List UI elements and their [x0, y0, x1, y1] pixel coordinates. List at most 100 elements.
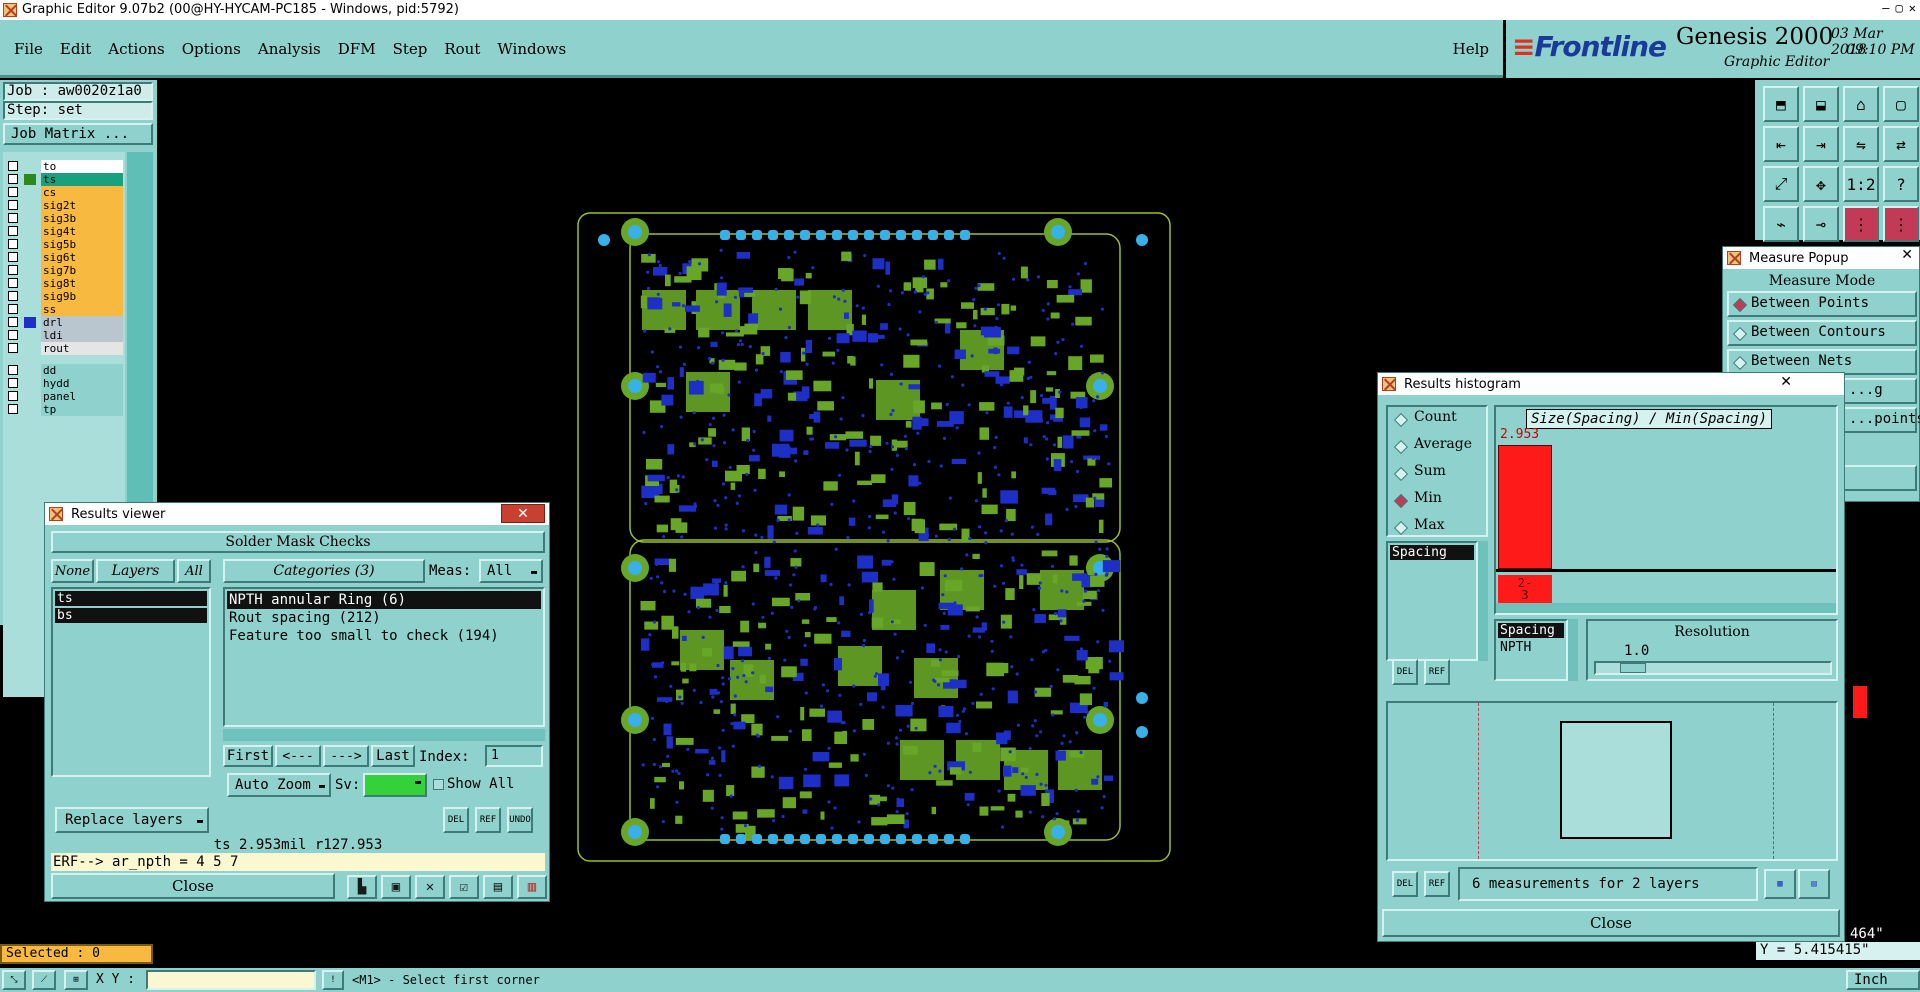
layer-checkbox[interactable]: [8, 391, 18, 401]
layer-checkbox[interactable]: [8, 252, 18, 262]
layer-row-sig8t[interactable]: sig8t: [6, 277, 123, 290]
bottom-view-icon[interactable]: ⬓: [1803, 86, 1839, 122]
fit-icon[interactable]: ⤢: [1763, 166, 1799, 202]
center-icon[interactable]: ✥: [1803, 166, 1839, 202]
resolution-slider-thumb[interactable]: [1620, 663, 1646, 673]
all-button[interactable]: All: [177, 559, 211, 583]
right-pan-icon[interactable]: ⇥: [1803, 126, 1839, 162]
close-window-icon[interactable]: ✕: [1909, 1, 1916, 19]
stat-radio-min[interactable]: [1393, 493, 1409, 509]
histogram-titlebar[interactable]: Results histogram ✕: [1378, 373, 1844, 395]
help-icon[interactable]: ?: [1883, 166, 1919, 202]
menu-rout[interactable]: Rout: [444, 40, 480, 58]
net-icon[interactable]: ⋮: [1843, 206, 1879, 242]
histogram-list-left[interactable]: Spacing: [1386, 541, 1478, 661]
layer-checkbox[interactable]: [8, 174, 18, 184]
hist-tool-2-icon[interactable]: ▤: [1798, 869, 1830, 899]
category-scrollbar[interactable]: [223, 729, 545, 741]
ratio-icon[interactable]: 1:2: [1843, 166, 1879, 202]
measure-option-0[interactable]: Between Points: [1727, 291, 1917, 317]
crossout-icon[interactable]: ✕: [415, 875, 445, 899]
layer-row-tp[interactable]: tp: [6, 403, 123, 416]
menu-actions[interactable]: Actions: [108, 40, 164, 58]
auto-zoom-dropdown[interactable]: Auto Zoom ▬: [227, 773, 331, 797]
display-icon[interactable]: ▣: [381, 875, 411, 899]
layer-row-sig3b[interactable]: sig3b: [6, 212, 123, 225]
measure-option-1[interactable]: Between Contours: [1727, 320, 1917, 346]
hist-ref-button[interactable]: REF: [1424, 659, 1450, 685]
layer-row-sig5b[interactable]: sig5b: [6, 238, 123, 251]
results-viewer-titlebar[interactable]: Results viewer ✕: [45, 503, 549, 525]
menu-dfm[interactable]: DFM: [338, 40, 376, 58]
meas-dropdown[interactable]: All ▬: [479, 559, 543, 583]
layer-row-sig6t[interactable]: sig6t: [6, 251, 123, 264]
layer-results-list[interactable]: ts bs: [51, 587, 211, 777]
layer-checkbox[interactable]: [8, 343, 18, 353]
close-icon[interactable]: ✕: [1901, 247, 1913, 263]
layer-row-sig7b[interactable]: sig7b: [6, 264, 123, 277]
unit-dropdown[interactable]: Inch: [1846, 970, 1920, 990]
categories-button[interactable]: Categories (3): [223, 559, 425, 583]
notes-icon[interactable]: ▤: [483, 875, 513, 899]
layer-row-hydd[interactable]: hydd: [6, 377, 123, 390]
show-all-checkbox[interactable]: [433, 779, 444, 790]
left-pan-icon[interactable]: ⇤: [1763, 126, 1799, 162]
menu-options[interactable]: Options: [182, 40, 241, 58]
close-icon[interactable]: ✕: [1780, 374, 1792, 390]
layer-checkbox[interactable]: [8, 304, 18, 314]
layer-checkbox[interactable]: [8, 226, 18, 236]
undo-button[interactable]: UNDO: [507, 807, 533, 833]
measure-tool-icon[interactable]: ⟋: [32, 970, 56, 990]
radio-icon[interactable]: [1732, 355, 1748, 371]
none-button[interactable]: None: [51, 559, 94, 583]
stat-radio-average[interactable]: [1393, 439, 1409, 455]
layer-row-sig9b[interactable]: sig9b: [6, 290, 123, 303]
histogram-list-item[interactable]: NPTH: [1498, 640, 1564, 655]
xy-input[interactable]: [146, 970, 316, 990]
layer-row-cs[interactable]: cs: [6, 186, 123, 199]
preview-feature[interactable]: [1560, 721, 1672, 839]
layer-checkbox[interactable]: [8, 317, 18, 327]
histogram-left-scroll[interactable]: [1478, 541, 1488, 661]
minimize-icon[interactable]: –: [1882, 1, 1889, 19]
snap-icon[interactable]: ⌁: [1763, 206, 1799, 242]
resolution-slider[interactable]: [1594, 661, 1832, 675]
alert-icon[interactable]: !: [322, 970, 344, 990]
prev-button[interactable]: <---: [275, 745, 321, 767]
layer-row-panel[interactable]: panel: [6, 390, 123, 403]
hist-ref-button-2[interactable]: REF: [1424, 871, 1450, 897]
menu-windows[interactable]: Windows: [497, 40, 566, 58]
histogram-list-right[interactable]: Spacing NPTH: [1494, 619, 1568, 681]
layers-button[interactable]: Layers: [96, 559, 175, 583]
del-button[interactable]: DEL: [443, 807, 469, 833]
menu-step[interactable]: Step: [393, 40, 428, 58]
layer-row-dd[interactable]: dd: [6, 364, 123, 377]
rv-close-button[interactable]: Close: [51, 873, 335, 899]
histogram-list-item[interactable]: Spacing: [1498, 623, 1564, 638]
layer-checkbox[interactable]: [8, 291, 18, 301]
histogram-icon[interactable]: ▥: [517, 875, 547, 899]
top-view-icon[interactable]: ⬒: [1763, 86, 1799, 122]
results-viewer-close-x[interactable]: ✕: [501, 504, 545, 523]
stat-radio-sum[interactable]: [1393, 466, 1409, 482]
hist-del-button[interactable]: DEL: [1392, 659, 1418, 685]
next-button[interactable]: --->: [323, 745, 369, 767]
maximize-icon[interactable]: ▢: [1896, 1, 1903, 19]
layer-checkbox[interactable]: [8, 265, 18, 275]
last-button[interactable]: Last: [371, 745, 415, 767]
stat-radio-max[interactable]: [1393, 520, 1409, 536]
radio-icon[interactable]: [1732, 326, 1748, 342]
layer-checkbox[interactable]: [8, 213, 18, 223]
hist-tool-1-icon[interactable]: ▦: [1764, 869, 1796, 899]
layer-row-ldi[interactable]: ldi: [6, 329, 123, 342]
probe-icon[interactable]: ⊸: [1803, 206, 1839, 242]
home-icon[interactable]: ⌂: [1843, 86, 1879, 122]
window-controls[interactable]: – ▢ ✕: [1856, 1, 1916, 19]
rv-category-item[interactable]: NPTH annular Ring (6): [227, 591, 541, 609]
menu-file[interactable]: File: [14, 40, 43, 58]
menu-help[interactable]: Help: [1453, 40, 1489, 58]
layer-checkbox[interactable]: [8, 404, 18, 414]
measure-popup-titlebar[interactable]: Measure Popup ✕: [1723, 247, 1919, 269]
category-results-list[interactable]: NPTH annular Ring (6) Rout spacing (212) F…: [223, 587, 545, 727]
rv-layer-item[interactable]: ts: [55, 591, 207, 606]
